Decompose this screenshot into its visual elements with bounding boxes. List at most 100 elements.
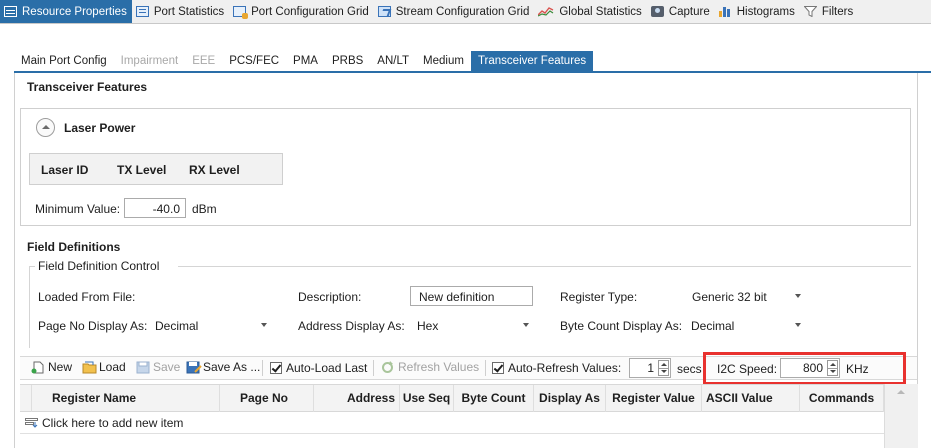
chevron-down-icon (261, 323, 267, 327)
tab-label: Port Statistics (153, 5, 225, 18)
tab-impairment[interactable]: Impairment (114, 51, 186, 71)
tab-port-configuration-grid[interactable]: Port Configuration Grid (229, 0, 374, 23)
group-border-top-left (29, 266, 35, 267)
tab-label: Port Configuration Grid (251, 5, 369, 18)
auto-load-last-checkbox[interactable]: Auto-Load Last (270, 361, 367, 375)
register-grid-header: Register Name Page No Address Use Seq By… (20, 384, 918, 412)
group-border-top (178, 266, 911, 267)
tab-an-lt[interactable]: AN/LT (370, 51, 416, 71)
refresh-values-label: Refresh Values (398, 360, 480, 374)
address-display-value: Hex (417, 319, 439, 333)
i2c-speed-stepper[interactable]: 800 (780, 358, 840, 378)
refresh-interval-stepper[interactable]: 1 (629, 358, 671, 378)
byte-count-display-value: Decimal (691, 319, 735, 333)
chevron-down-icon (795, 294, 801, 298)
column-header-address[interactable]: Address (314, 385, 400, 412)
auto-refresh-values-checkbox[interactable]: Auto-Refresh Values: (492, 361, 621, 375)
i2c-speed-value: 800 (802, 361, 823, 375)
toolbar-separator (485, 360, 486, 376)
secs-label: secs (677, 362, 702, 376)
add-new-item-row[interactable]: Click here to add new item (20, 412, 884, 434)
page-title: Transceiver Features (27, 80, 148, 94)
sub-tab-strip: Main Port Config Impairment EEE PCS/FEC … (14, 51, 594, 71)
i2c-speed-unit: KHz (846, 362, 869, 376)
column-header-rx-level: RX Level (189, 163, 240, 177)
table-icon (135, 6, 149, 17)
checkbox-checked-icon (270, 362, 282, 374)
description-field[interactable]: New definition (410, 286, 533, 306)
tab-label: Capture (668, 5, 710, 18)
tab-port-statistics[interactable]: Port Statistics (132, 0, 229, 23)
add-row-icon (25, 417, 38, 428)
address-display-dropdown[interactable]: Hex (412, 315, 536, 335)
config-grid-icon (233, 6, 249, 19)
column-header-use-seq[interactable]: Use Seq (400, 385, 454, 412)
tab-capture[interactable]: Capture (647, 0, 715, 23)
group-border-left (29, 266, 30, 348)
column-header-register-value[interactable]: Register Value (606, 385, 702, 412)
minimum-value-unit: dBm (192, 202, 217, 216)
tab-label: Histograms (736, 5, 795, 18)
new-file-icon (31, 361, 45, 374)
minimum-value-field[interactable]: -40.0 (124, 198, 186, 218)
laser-power-title: Laser Power (64, 121, 136, 135)
load-button[interactable]: Load (82, 360, 126, 374)
column-header-register-name[interactable]: Register Name (32, 385, 220, 412)
tab-eee[interactable]: EEE (185, 51, 222, 71)
field-definitions-title: Field Definitions (27, 240, 121, 254)
description-label: Description: (298, 290, 362, 304)
tab-histograms[interactable]: Histograms (715, 0, 800, 23)
column-header-tx-level: TX Level (117, 163, 167, 177)
register-type-label: Register Type: (560, 290, 638, 304)
i2c-speed-label: I2C Speed: (717, 362, 778, 376)
load-button-label: Load (99, 360, 126, 374)
save-as-icon (186, 361, 202, 374)
byte-count-display-dropdown[interactable]: Decimal (686, 315, 810, 335)
byte-count-display-label: Byte Count Display As: (560, 319, 683, 333)
add-new-item-text: Click here to add new item (42, 416, 184, 430)
tab-label: Filters (821, 5, 854, 18)
new-button[interactable]: New (31, 360, 72, 374)
save-button[interactable]: Save (136, 360, 180, 374)
page-no-display-dropdown[interactable]: Decimal (150, 315, 274, 335)
page-no-display-value: Decimal (155, 319, 199, 333)
tab-medium[interactable]: Medium (416, 51, 471, 71)
tab-pma[interactable]: PMA (286, 51, 325, 71)
column-header-commands[interactable]: Commands (800, 385, 884, 412)
save-as-button-label: Save As ... (203, 360, 261, 374)
toolbar-separator (262, 360, 263, 376)
register-type-dropdown[interactable]: Generic 32 bit (686, 286, 808, 306)
tab-transceiver-features[interactable]: Transceiver Features (470, 51, 594, 71)
laser-power-grid: Laser ID TX Level RX Level (29, 153, 283, 185)
tab-filters[interactable]: Filters (800, 0, 858, 23)
save-as-button[interactable]: Save As ... (186, 360, 260, 374)
register-type-value: Generic 32 bit (692, 290, 767, 304)
top-tab-strip: Resource Properties Port Statistics Port… (0, 0, 931, 24)
field-definition-control-title: Field Definition Control (38, 259, 160, 273)
tab-prbs[interactable]: PRBS (325, 51, 370, 71)
tab-main-port-config[interactable]: Main Port Config (14, 51, 114, 71)
column-header-display-as[interactable]: Display As (534, 385, 606, 412)
new-button-label: New (48, 360, 73, 374)
line-chart-icon (538, 6, 554, 17)
toolbar-separator (373, 360, 374, 376)
address-display-label: Address Display As: (298, 319, 405, 333)
column-header-page-no[interactable]: Page No (220, 385, 314, 412)
column-header-byte-count[interactable]: Byte Count (454, 385, 534, 412)
minimum-value-label: Minimum Value: (35, 202, 121, 216)
collapse-icon[interactable] (36, 118, 55, 137)
refresh-interval-value: 1 (647, 361, 654, 375)
funnel-icon (803, 6, 817, 17)
tab-global-statistics[interactable]: Global Statistics (534, 0, 646, 23)
save-button-label: Save (153, 360, 181, 374)
grid-scrollbar[interactable] (884, 384, 918, 448)
tab-label: Resource Properties (22, 5, 127, 18)
refresh-values-button[interactable]: Refresh Values (381, 360, 479, 374)
stream-grid-icon (377, 6, 391, 17)
page-no-display-label: Page No Display As: (38, 319, 148, 333)
tab-resource-properties[interactable]: Resource Properties (0, 0, 132, 23)
tab-stream-configuration-grid[interactable]: Stream Configuration Grid (374, 0, 535, 23)
column-header-ascii-value[interactable]: ASCII Value (702, 385, 800, 412)
save-icon (136, 361, 150, 374)
tab-pcs-fec[interactable]: PCS/FEC (222, 51, 286, 71)
